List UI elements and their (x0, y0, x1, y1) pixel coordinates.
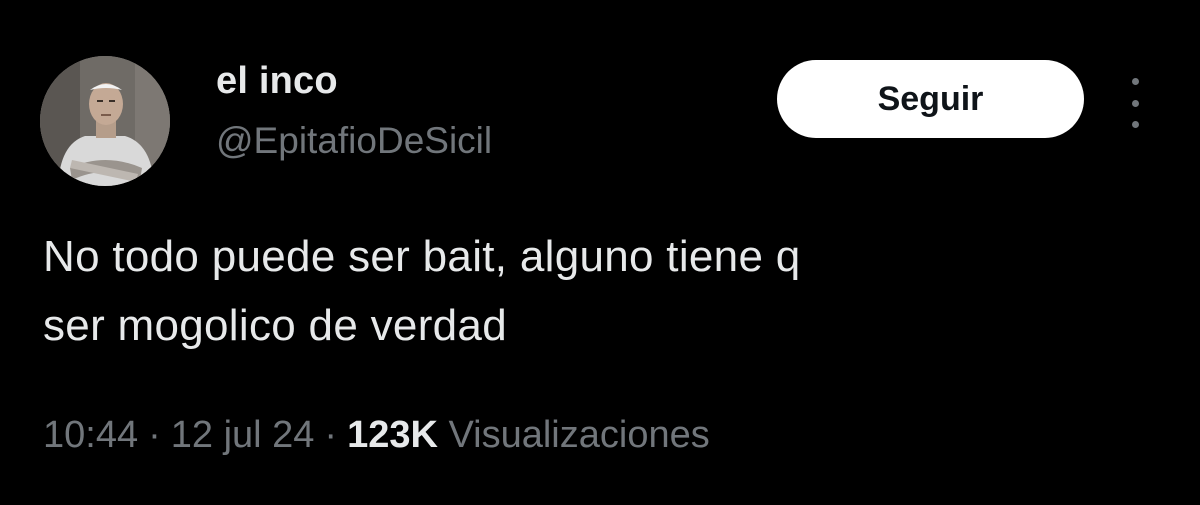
author-name[interactable]: el inco (216, 60, 338, 103)
tweet-card: el inco @EpitafioDeSicil Seguir No todo … (0, 0, 1200, 505)
meta-separator: · (324, 414, 338, 456)
more-dot (1131, 78, 1139, 85)
more-dot (1131, 121, 1139, 128)
author-handle[interactable]: @EpitafioDeSicil (216, 120, 492, 162)
tweet-text-line: No todo puede ser bait, alguno tiene q (43, 232, 801, 281)
more-dot (1131, 99, 1139, 107)
meta-separator: · (148, 414, 161, 456)
avatar[interactable] (40, 56, 170, 186)
tweet-metadata: 10:44 · 12 jul 24 · 123K Visualizaciones (43, 414, 710, 457)
follow-button[interactable]: Seguir (777, 60, 1084, 138)
views-label: Visualizaciones (448, 414, 710, 456)
tweet-time[interactable]: 10:44 (43, 414, 138, 456)
tweet-text-line: ser mogolico de verdad (43, 301, 507, 350)
more-vertical-icon[interactable] (1121, 78, 1149, 128)
avatar-image-icon (40, 56, 170, 186)
tweet-date[interactable]: 12 jul 24 (171, 414, 315, 456)
views-count[interactable]: 123K (347, 414, 438, 456)
tweet-text: No todo puede ser bait, alguno tiene q s… (43, 222, 1163, 360)
